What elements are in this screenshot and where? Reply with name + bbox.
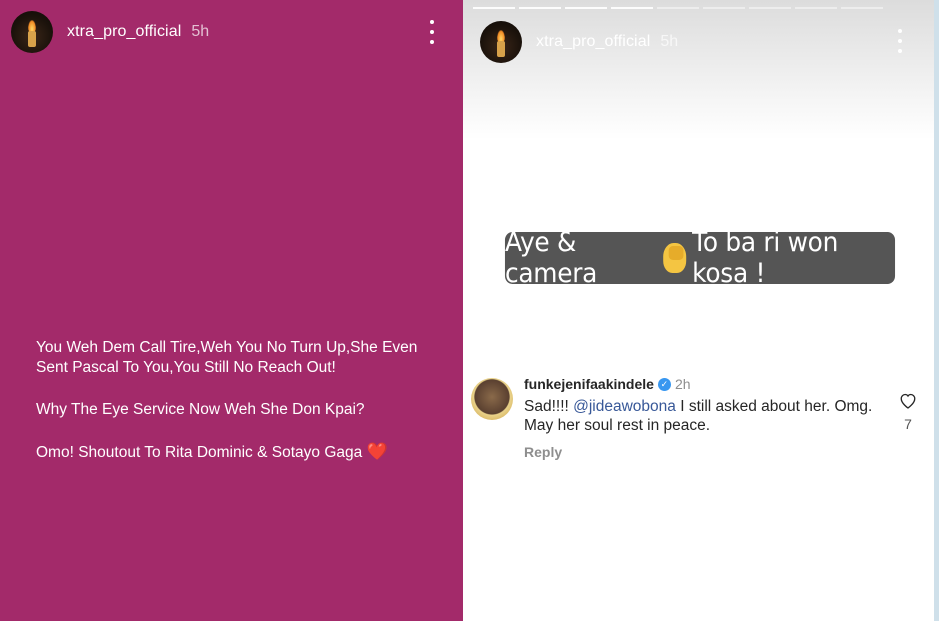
progress-segment xyxy=(841,7,883,9)
progress-segment xyxy=(611,7,653,9)
story-line-1: You Weh Dem Call Tire,Weh You No Turn Up… xyxy=(36,339,418,376)
right-edge-strip xyxy=(934,0,939,621)
avatar[interactable] xyxy=(11,11,53,53)
progress-segment xyxy=(749,7,791,9)
caption-text-before: Aye & camera xyxy=(504,227,598,289)
left-story-panel: xtra_pro_official 5h You Weh Dem Call Ti… xyxy=(0,0,463,621)
candle-icon xyxy=(497,41,505,57)
more-options-icon[interactable] xyxy=(429,20,435,44)
more-options-icon[interactable] xyxy=(897,29,903,53)
progress-segment xyxy=(473,7,515,9)
progress-segment xyxy=(703,7,745,9)
username[interactable]: xtra_pro_official xyxy=(536,33,650,51)
story-line-2: Why The Eye Service Now Weh She Don Kpai… xyxy=(36,401,365,418)
story-line-3-text: Omo! Shoutout To Rita Dominic & Sotayo G… xyxy=(36,444,363,461)
right-story-panel: xtra_pro_official 5h Aye & camera To ba … xyxy=(463,0,934,621)
comment-text: Sad!!!! @jideawobona I still asked about… xyxy=(524,397,884,435)
caption-text-after: To ba ri won kosa ! xyxy=(692,227,839,289)
story-progress-bar xyxy=(473,7,883,9)
candle-icon xyxy=(28,31,36,47)
timestamp: 5h xyxy=(660,33,679,50)
story-caption: Aye & camera To ba ri won kosa ! xyxy=(504,227,896,289)
avatar[interactable] xyxy=(480,21,522,63)
progress-segment xyxy=(657,7,699,9)
heart-emoji: ❤️ xyxy=(366,442,388,461)
comment-time: 2h xyxy=(674,376,691,392)
heart-outline-icon[interactable] xyxy=(899,392,917,409)
progress-segment xyxy=(519,7,561,9)
reply-button[interactable]: Reply xyxy=(524,444,884,460)
commenter-avatar[interactable] xyxy=(471,378,513,420)
username[interactable]: xtra_pro_official xyxy=(67,23,181,41)
progress-segment xyxy=(795,7,837,9)
comment-mention[interactable]: @jideawobona xyxy=(573,398,676,415)
right-story-header: xtra_pro_official 5h xyxy=(480,21,678,63)
story-text: You Weh Dem Call Tire,Weh You No Turn Up… xyxy=(36,338,436,485)
like-control[interactable]: 7 xyxy=(898,392,918,432)
progress-segment xyxy=(565,7,607,9)
comment-body: funkejenifaakindele ✓ 2h Sad!!!! @jideawob… xyxy=(524,376,884,460)
comment-username[interactable]: funkejenifaakindele xyxy=(524,376,654,392)
facepalm-emoji xyxy=(663,243,687,273)
left-story-header: xtra_pro_official 5h xyxy=(11,11,209,53)
verified-icon: ✓ xyxy=(657,378,671,392)
like-count: 7 xyxy=(904,416,912,432)
comment-text-before: Sad!!!! xyxy=(524,398,574,415)
story-line-3: Omo! Shoutout To Rita Dominic & Sotayo G… xyxy=(36,442,436,463)
timestamp: 5h xyxy=(191,23,210,40)
